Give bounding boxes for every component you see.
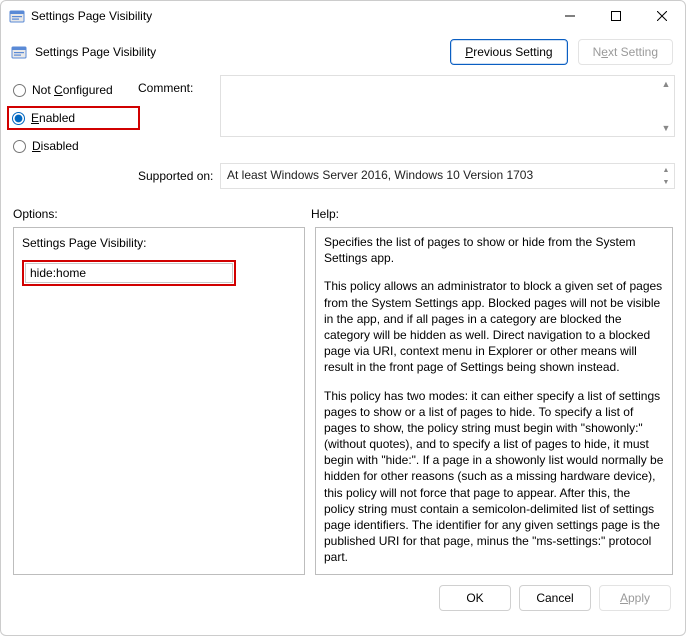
supported-label: Supported on: [138, 163, 218, 183]
help-paragraph: Specifies the list of pages to show or h… [324, 234, 664, 266]
radio-not-configured[interactable]: Not Configured [11, 81, 136, 99]
radio-not-configured-input[interactable] [13, 84, 26, 97]
next-setting-button[interactable]: Next Setting [578, 39, 673, 65]
minimize-button[interactable] [547, 1, 593, 31]
header: Settings Page Visibility Previous Settin… [1, 31, 685, 71]
scroll-up-icon[interactable]: ▲ [658, 76, 674, 92]
options-label: Options: [13, 207, 311, 221]
scroll-up-icon[interactable]: ▲ [658, 164, 674, 176]
apply-button[interactable]: Apply [599, 585, 671, 611]
comment-field[interactable]: ▲ ▼ [220, 75, 675, 137]
help-paragraph: This policy allows an administrator to b… [324, 278, 664, 375]
footer: OK Cancel Apply [1, 575, 685, 621]
section-labels: Options: Help: [1, 189, 685, 227]
state-radio-group: Not Configured Enabled Disabled [11, 81, 136, 155]
window-title: Settings Page Visibility [31, 9, 547, 23]
option-field-highlight [22, 260, 236, 286]
maximize-button[interactable] [593, 1, 639, 31]
scroll-down-icon[interactable]: ▼ [658, 176, 674, 188]
settings-page-visibility-input[interactable] [25, 263, 233, 283]
options-pane: Settings Page Visibility: [13, 227, 305, 575]
option-field-label: Settings Page Visibility: [22, 236, 296, 250]
radio-disabled[interactable]: Disabled [11, 137, 136, 155]
supported-on-text: At least Windows Server 2016, Windows 10… [227, 168, 533, 182]
supported-on-field: At least Windows Server 2016, Windows 10… [220, 163, 675, 189]
scroll-down-icon[interactable]: ▼ [658, 120, 674, 136]
previous-setting-button[interactable]: Previous Setting [450, 39, 567, 65]
policy-icon [11, 44, 27, 60]
help-pane[interactable]: Specifies the list of pages to show or h… [315, 227, 673, 575]
radio-enabled[interactable]: Enabled [10, 109, 128, 127]
titlebar: Settings Page Visibility [1, 1, 685, 31]
comment-label: Comment: [138, 75, 218, 95]
policy-icon [9, 8, 25, 24]
radio-enabled-input[interactable] [12, 112, 25, 125]
window-controls [547, 1, 685, 31]
cancel-button[interactable]: Cancel [519, 585, 591, 611]
help-label: Help: [311, 207, 673, 221]
ok-button[interactable]: OK [439, 585, 511, 611]
help-paragraph: This policy has two modes: it can either… [324, 388, 664, 566]
close-button[interactable] [639, 1, 685, 31]
config-area: Not Configured Enabled Disabled Comment:… [1, 71, 685, 189]
policy-name: Settings Page Visibility [35, 45, 450, 59]
panes: Settings Page Visibility: Specifies the … [1, 227, 685, 575]
radio-disabled-input[interactable] [13, 140, 26, 153]
